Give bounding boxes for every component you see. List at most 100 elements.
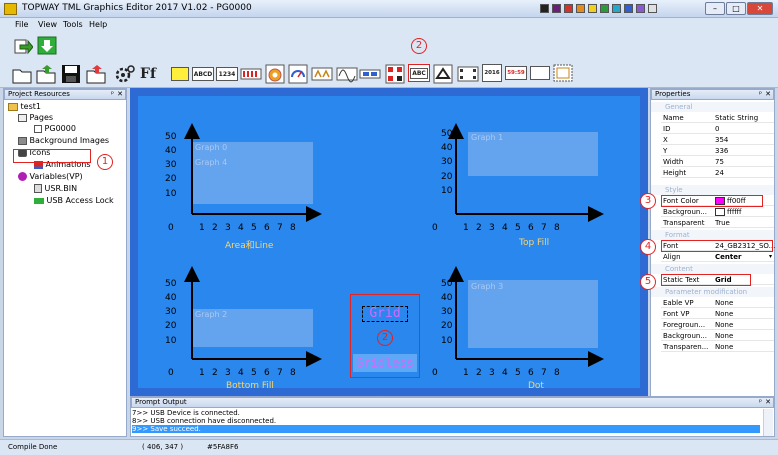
text-tool-icon[interactable]: ABCD [192, 67, 214, 81]
open-folder-icon[interactable] [12, 64, 32, 84]
prop-background-color[interactable]: Backgroun... ffffff [661, 207, 774, 217]
palette-swatch[interactable] [636, 4, 645, 13]
x-tick: 7 [541, 223, 547, 233]
maximize-button[interactable]: □ [726, 2, 746, 15]
prop-row[interactable]: Transparen... None [661, 342, 774, 352]
palette-swatch[interactable] [564, 4, 573, 13]
group-parameter-modification[interactable]: Parameter modification [651, 287, 774, 297]
prop-row[interactable]: Font VP None [661, 309, 774, 319]
x-tick: 6 [528, 368, 534, 378]
group-style[interactable]: Style [651, 185, 774, 195]
palette-swatch[interactable] [588, 4, 597, 13]
prop-row[interactable]: Backgroun... None [661, 331, 774, 341]
prop-key: Align [663, 253, 681, 261]
prop-key: Height [663, 169, 687, 177]
x-tick: 2 [212, 368, 218, 378]
menu-file[interactable]: File [15, 20, 28, 29]
qr-code-icon[interactable] [385, 64, 405, 84]
prop-row[interactable]: X 354 [661, 135, 774, 145]
tree-item-pages[interactable]: Pages [18, 113, 53, 122]
select-region-icon[interactable] [553, 64, 573, 82]
palette-swatch[interactable] [552, 4, 561, 13]
video-icon[interactable] [457, 64, 479, 84]
prop-value: True [715, 219, 730, 227]
static-string-tool-icon[interactable]: ABC [408, 64, 430, 82]
menu-tools[interactable]: Tools [63, 20, 83, 29]
window-title: TOPWAY TML Graphics Editor 2017 V1.02 - … [22, 3, 252, 13]
menu-help[interactable]: Help [89, 20, 107, 29]
palette-swatch[interactable] [600, 4, 609, 13]
palette-swatch[interactable] [612, 4, 621, 13]
save-icon[interactable] [61, 64, 81, 84]
tree-item-test1[interactable]: test1 [8, 102, 41, 111]
slider-icon[interactable] [359, 64, 381, 84]
tree-item-usb-access-lock[interactable]: USB Access Lock [34, 196, 114, 205]
prop-row[interactable]: ID 0 [661, 124, 774, 134]
font-icon[interactable]: Ff [137, 64, 159, 84]
prop-row[interactable]: Foregroun... None [661, 320, 774, 330]
log-line-selected[interactable]: 9>> Save succeed. [132, 425, 760, 433]
curve-icon[interactable] [336, 64, 358, 84]
tree-item-variables[interactable]: Variables(VP) [18, 172, 83, 181]
status-coordinates: ( 406, 347 ) [142, 443, 184, 451]
images-icon [18, 136, 27, 145]
number-tool-icon[interactable]: 1234 [216, 67, 238, 81]
close-panel-button[interactable]: ✕ [117, 90, 123, 99]
bar-graph-icon[interactable] [240, 67, 262, 81]
pin-button[interactable]: ᵖ [111, 90, 114, 99]
close-button[interactable]: ✕ [747, 2, 773, 15]
prop-row[interactable]: Name Static String [661, 113, 774, 123]
prop-row[interactable]: Y 336 [661, 146, 774, 156]
group-format[interactable]: Format [651, 230, 774, 240]
prop-row[interactable]: Eable VP None [661, 298, 774, 308]
palette-swatch[interactable] [624, 4, 633, 13]
y-tick: 40 [165, 293, 177, 303]
x-tick: 5 [515, 368, 521, 378]
minimize-button[interactable]: – [705, 2, 725, 15]
frame-tool-icon[interactable] [530, 66, 550, 80]
group-general[interactable]: General [651, 102, 774, 112]
close-panel-button[interactable]: ✕ [765, 398, 771, 407]
x-tick: 0 [432, 368, 438, 378]
group-label: Content [665, 265, 693, 273]
open-project-icon[interactable] [36, 64, 56, 84]
palette-swatch[interactable] [576, 4, 585, 13]
x-tick: 5 [515, 223, 521, 233]
time-tool-icon[interactable]: 59:59 [505, 66, 527, 80]
y-tick: 30 [165, 160, 177, 170]
x-tick: 2 [476, 223, 482, 233]
prop-align[interactable]: Align Center ▾ [661, 252, 774, 262]
prop-row[interactable]: Width 75 [661, 157, 774, 167]
page-canvas[interactable]: Graph 0 Graph 4 50 40 30 20 10 012345678… [138, 96, 640, 391]
prop-row[interactable]: Height 24 [661, 168, 774, 178]
export-icon[interactable] [13, 36, 33, 55]
menu-view[interactable]: View [38, 20, 57, 29]
status-bar: Compile Done ( 406, 347 ) #5FA8F6 [0, 439, 778, 455]
meter-icon[interactable] [265, 64, 285, 84]
prop-transparent[interactable]: Transparent True [661, 218, 774, 228]
pin-button[interactable]: ᵖ [759, 398, 762, 407]
dropdown-arrow-icon[interactable]: ▾ [769, 253, 772, 260]
group-content[interactable]: Content [651, 264, 774, 274]
static-string-gridless[interactable]: Gridless [353, 354, 417, 372]
properties-panel: Properties ᵖ ✕ General Name Static String… [650, 88, 775, 437]
tree-item-background-images[interactable]: Background Images [18, 136, 109, 145]
settings-icon[interactable] [114, 64, 136, 84]
rectangle-tool-icon[interactable] [171, 67, 189, 81]
tree-item-usr-bin[interactable]: USR.BIN [34, 184, 77, 193]
animation-icon[interactable] [311, 64, 333, 84]
x-tick: 0 [168, 368, 174, 378]
save-as-icon[interactable] [86, 64, 106, 84]
close-panel-button[interactable]: ✕ [765, 90, 771, 99]
static-string-grid[interactable]: Grid [362, 306, 408, 322]
gauge-icon[interactable] [288, 64, 308, 84]
tree-item-pg0000[interactable]: PG0000 [34, 124, 76, 133]
icon-tool-icon[interactable] [433, 64, 453, 84]
prop-key: Y [663, 147, 668, 155]
prompt-scrollbar[interactable] [763, 409, 773, 436]
download-icon[interactable] [37, 36, 57, 55]
pin-button[interactable]: ᵖ [759, 90, 762, 99]
date-tool-icon[interactable]: 2016 [482, 64, 502, 82]
palette-swatch[interactable] [540, 4, 549, 13]
palette-swatch[interactable] [648, 4, 657, 13]
